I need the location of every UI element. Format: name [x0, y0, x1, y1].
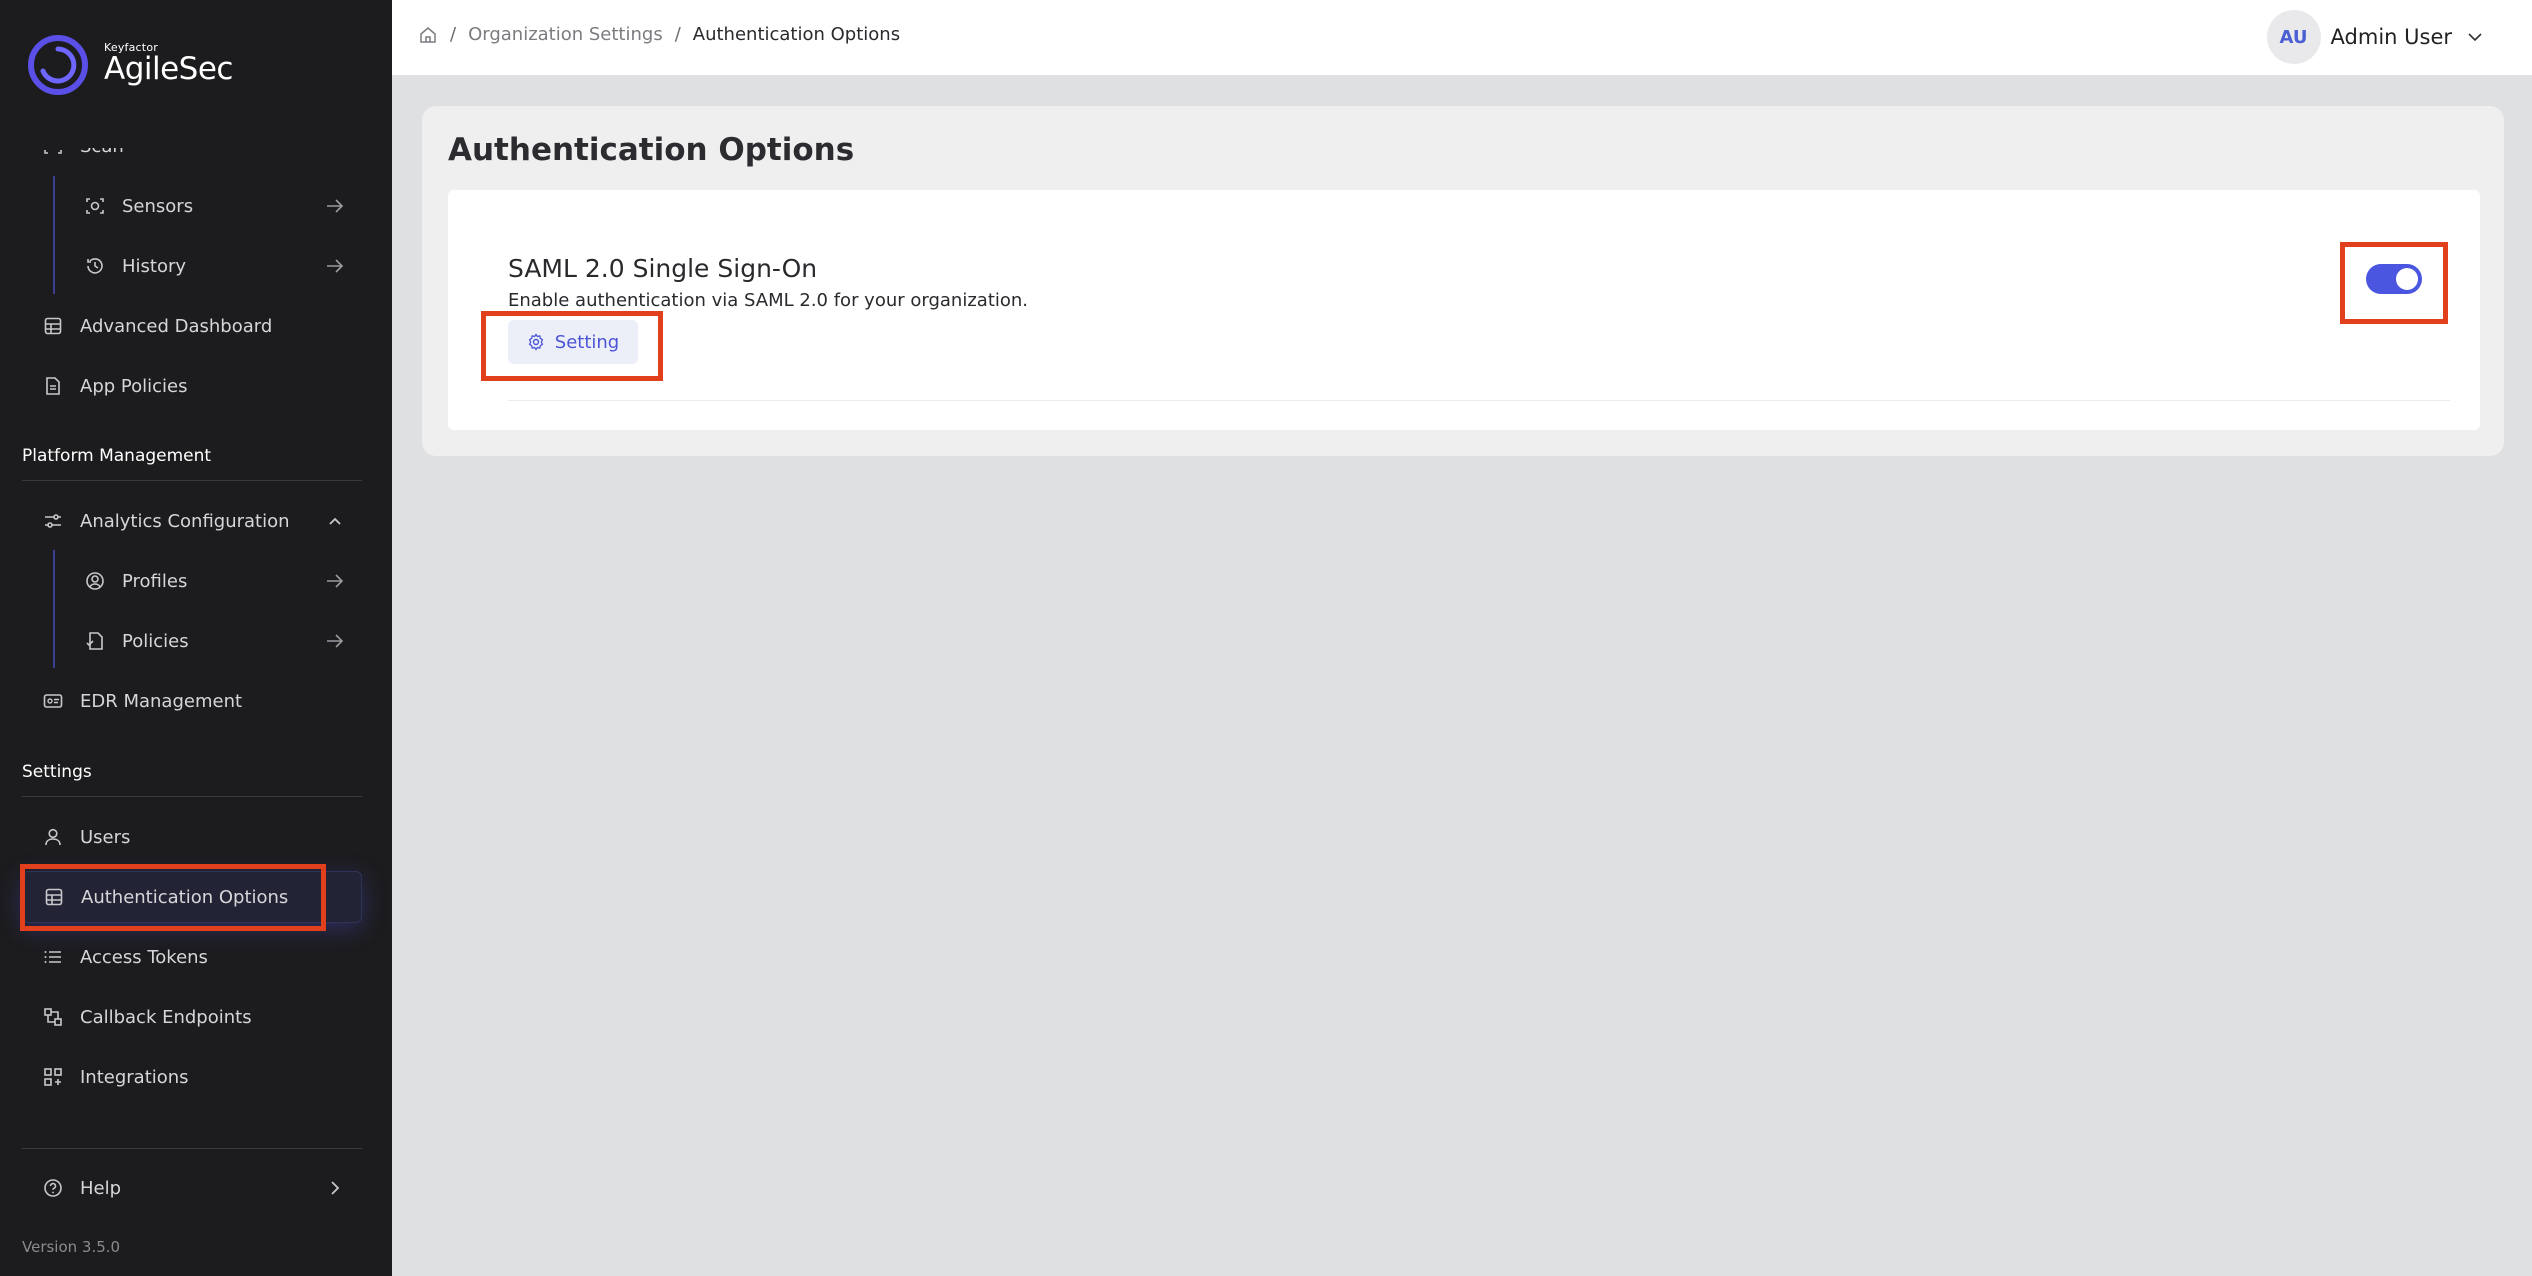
sidebar-item-edr-management[interactable]: EDR Management [22, 675, 362, 727]
sidebar-item-label: Users [80, 826, 131, 848]
sidebar-item-label: EDR Management [80, 690, 243, 712]
integrations-icon [42, 1066, 64, 1088]
saml-card: SAML 2.0 Single Sign-On Enable authentic… [448, 190, 2480, 430]
sliders-icon [42, 510, 64, 532]
user-circle-icon [84, 570, 106, 592]
sidebar-item-profiles[interactable]: Profiles [22, 555, 362, 607]
sidebar-item-label: Scan [80, 135, 124, 157]
sidebar-item-policies[interactable]: Policies [22, 615, 362, 667]
chevron-up-icon [329, 517, 341, 525]
chevron-right-icon [331, 1181, 340, 1195]
sidebar-item-users[interactable]: Users [22, 811, 362, 863]
sidebar: Keyfactor AgileSec Scan Sensors History … [0, 0, 392, 1276]
breadcrumb-separator: / [674, 24, 681, 45]
avatar: AU [2266, 10, 2321, 64]
scan-icon [42, 148, 64, 157]
arrow-right-icon [327, 259, 344, 273]
sidebar-item-analytics-configuration[interactable]: Analytics Configuration [22, 495, 362, 547]
history-icon [84, 255, 106, 277]
sidebar-item-help[interactable]: Help [22, 1162, 362, 1214]
sidebar-item-integrations[interactable]: Integrations [22, 1051, 362, 1103]
section-title-settings: Settings [22, 762, 92, 782]
arrow-right-icon [327, 634, 344, 648]
feature-description: Enable authentication via SAML 2.0 for y… [508, 290, 1029, 311]
dashboard-icon [42, 315, 64, 337]
logo-brand-name: AgileSec [104, 50, 233, 87]
highlight-setting-button [481, 311, 663, 381]
sidebar-item-label: Access Tokens [80, 946, 208, 968]
sidebar-item-advanced-dashboard[interactable]: Advanced Dashboard [22, 300, 362, 352]
user-icon [42, 826, 64, 848]
breadcrumb-current: Authentication Options [692, 24, 901, 45]
section-title-platform: Platform Management [22, 446, 212, 466]
topbar: / Organization Settings / Authentication… [392, 0, 2532, 76]
sidebar-item-callback-endpoints[interactable]: Callback Endpoints [22, 991, 362, 1043]
arrow-right-icon [327, 574, 344, 588]
chevron-down-icon [2468, 33, 2482, 42]
page-title: Authentication Options [448, 132, 855, 168]
highlight-authentication-options [20, 864, 326, 931]
sidebar-item-label: Advanced Dashboard [80, 315, 273, 337]
feature-title: SAML 2.0 Single Sign-On [508, 254, 818, 283]
breadcrumb-organization-settings[interactable]: Organization Settings [468, 24, 663, 45]
sidebar-item-label: Callback Endpoints [80, 1006, 252, 1028]
sidebar-item-label: Policies [122, 630, 189, 652]
sidebar-item-label: Help [80, 1177, 122, 1199]
help-icon [42, 1177, 64, 1199]
sidebar-item-app-policies[interactable]: App Policies [22, 360, 362, 412]
endpoints-icon [42, 1006, 64, 1028]
breadcrumb: / Organization Settings / Authentication… [418, 24, 900, 45]
breadcrumb-separator: / [450, 24, 457, 45]
sidebar-item-history[interactable]: History [22, 240, 362, 292]
file-icon [42, 375, 64, 397]
logo[interactable]: Keyfactor AgileSec [26, 30, 233, 100]
agilesec-logo-icon [28, 35, 88, 95]
section-divider [22, 1148, 362, 1149]
home-icon[interactable] [418, 25, 438, 45]
id-card-icon [42, 690, 64, 712]
sidebar-item-label: History [122, 255, 187, 277]
file-check-icon [84, 630, 106, 652]
version-label: Version 3.5.0 [22, 1238, 121, 1256]
arrow-right-icon [327, 199, 344, 213]
sidebar-item-sensors[interactable]: Sensors [22, 180, 362, 232]
main-panel: Authentication Options SAML 2.0 Single S… [422, 106, 2504, 456]
section-divider [22, 480, 362, 481]
sidebar-item-scan[interactable]: Scan [22, 135, 362, 172]
sidebar-item-label: Analytics Configuration [80, 510, 290, 532]
sidebar-item-label: Profiles [122, 570, 188, 592]
divider [508, 400, 2450, 401]
sidebar-item-access-tokens[interactable]: Access Tokens [22, 931, 362, 983]
highlight-toggle [2340, 242, 2448, 324]
user-menu[interactable]: AU Admin User [2266, 10, 2484, 64]
list-icon [42, 946, 64, 968]
sensors-icon [84, 195, 106, 217]
user-name: Admin User [2330, 25, 2452, 49]
section-divider [22, 796, 362, 797]
sidebar-item-label: Integrations [80, 1066, 189, 1088]
sidebar-item-label: App Policies [80, 375, 188, 397]
sidebar-item-label: Sensors [122, 195, 194, 217]
